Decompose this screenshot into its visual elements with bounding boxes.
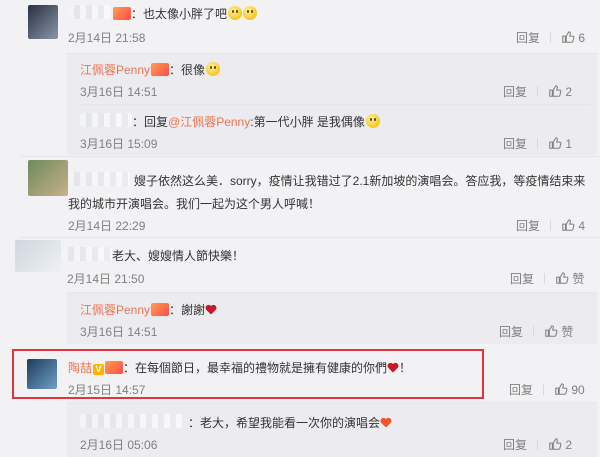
author-name-blurred[interactable] bbox=[62, 247, 112, 261]
thumbs-up-icon bbox=[549, 137, 562, 149]
reply-actions: 回复 2 bbox=[503, 83, 572, 100]
divider bbox=[20, 237, 600, 238]
avatar[interactable] bbox=[15, 240, 61, 272]
thumbs-up-icon bbox=[549, 85, 562, 97]
comment-time: 2月14日 21:58 bbox=[68, 31, 146, 45]
like-count: 90 bbox=[571, 383, 585, 397]
author-name[interactable]: 江佩蓉Penny bbox=[80, 63, 150, 77]
author-name-blurred[interactable] bbox=[68, 172, 130, 186]
avatar[interactable] bbox=[28, 160, 68, 196]
author-name[interactable]: 江佩蓉Penny bbox=[80, 303, 150, 317]
heart-icon bbox=[205, 304, 217, 315]
reply-actions: 回复 1 bbox=[503, 135, 572, 152]
reply-actions: 回复 2 bbox=[503, 436, 572, 453]
comment-actions: 回复 赞 bbox=[510, 270, 584, 287]
author-name[interactable]: 陶喆 bbox=[68, 361, 92, 375]
divider bbox=[537, 138, 539, 149]
reply-button[interactable]: 回复 bbox=[510, 270, 534, 287]
comment-actions: 回复 6 bbox=[516, 29, 585, 46]
heart-icon bbox=[387, 362, 399, 373]
comment-text-line2: 我的城市开演唱会。我们一起为这个男人呼喊！ bbox=[68, 197, 321, 211]
smile-emoji-icon bbox=[228, 6, 243, 20]
thumbs-up-icon bbox=[562, 219, 575, 231]
reply-time: 3月16日 15:09 bbox=[80, 137, 158, 151]
reply-time: 3月16日 14:51 bbox=[80, 85, 158, 99]
divider bbox=[537, 86, 539, 97]
heart-icon bbox=[380, 417, 392, 428]
author-name-blurred[interactable] bbox=[80, 113, 132, 127]
divider bbox=[543, 384, 545, 395]
thumbs-up-icon bbox=[545, 325, 558, 337]
comment-text: 嫂子依然这么美．sorry，疫情让我错过了2.1新加坡的演唱会。答应我，等疫情结… bbox=[134, 174, 586, 188]
like-button[interactable]: 1 bbox=[548, 136, 572, 151]
fans-badge-icon bbox=[105, 361, 124, 374]
divider bbox=[80, 104, 590, 105]
smile-emoji-icon bbox=[365, 114, 380, 128]
like-button[interactable]: 6 bbox=[561, 30, 585, 45]
like-count: 4 bbox=[578, 219, 586, 233]
reply-actions: 回复 赞 bbox=[499, 323, 573, 340]
like-count: 赞 bbox=[572, 272, 585, 286]
mention-link[interactable]: @江佩蓉Penny bbox=[168, 115, 250, 129]
avatar[interactable] bbox=[28, 5, 58, 39]
divider bbox=[550, 32, 552, 43]
reply-button[interactable]: 回复 bbox=[499, 323, 523, 340]
thumbs-up-icon bbox=[556, 272, 569, 284]
smile-emoji-icon bbox=[243, 6, 258, 20]
comment-time: 2月15日 14:57 bbox=[68, 383, 146, 397]
divider bbox=[533, 326, 535, 337]
reply-button[interactable]: 回复 bbox=[503, 436, 527, 453]
thumbs-up-icon bbox=[549, 438, 562, 450]
divider bbox=[67, 292, 597, 293]
like-count: 2 bbox=[565, 438, 573, 452]
reply-time: 2月16日 05:06 bbox=[80, 438, 158, 452]
reply-button[interactable]: 回复 bbox=[503, 83, 527, 100]
divider bbox=[544, 273, 546, 284]
comment-time: 2月14日 22:29 bbox=[68, 219, 146, 233]
like-button[interactable]: 赞 bbox=[555, 270, 584, 287]
reply-button[interactable]: 回复 bbox=[503, 135, 527, 152]
thumbs-up-icon bbox=[562, 31, 575, 43]
fans-badge-icon bbox=[151, 303, 170, 316]
comment-time: 2月14日 21:50 bbox=[67, 272, 145, 286]
fans-badge-icon bbox=[113, 7, 131, 20]
like-count: 2 bbox=[565, 85, 573, 99]
laugh-emoji-icon bbox=[206, 62, 221, 76]
fans-badge-icon bbox=[151, 63, 170, 76]
avatar[interactable] bbox=[27, 359, 57, 389]
like-button[interactable]: 赞 bbox=[544, 323, 573, 340]
comment-text: 老大、嫂嫂情人節快樂！ bbox=[112, 249, 245, 263]
author-name-blurred[interactable] bbox=[80, 414, 188, 428]
reply-button[interactable]: 回复 bbox=[516, 217, 540, 234]
reply-button[interactable]: 回复 bbox=[516, 29, 540, 46]
author-name-blurred[interactable] bbox=[68, 5, 110, 19]
like-count: 6 bbox=[578, 31, 586, 45]
reply-button[interactable]: 回复 bbox=[509, 381, 533, 398]
comment-text: ：也太像小胖了吧 bbox=[112, 5, 258, 22]
reply-item: ：老大，希望我能看一次你的演唱会 bbox=[188, 414, 392, 431]
reply-time: 3月16日 14:51 bbox=[80, 325, 158, 339]
divider bbox=[537, 439, 539, 450]
divider bbox=[20, 156, 600, 157]
like-button[interactable]: 2 bbox=[548, 437, 572, 452]
divider bbox=[67, 53, 597, 54]
thumbs-up-icon bbox=[555, 383, 568, 395]
like-button[interactable]: 4 bbox=[561, 218, 585, 233]
reply-item: 江佩蓉Penny ：謝謝 bbox=[80, 301, 217, 318]
reply-item: ：回复@江佩蓉Penny:第一代小胖 是我偶像 bbox=[132, 113, 380, 130]
divider bbox=[550, 220, 552, 231]
like-count: 1 bbox=[565, 137, 573, 151]
like-button[interactable]: 90 bbox=[554, 382, 585, 397]
comment-actions: 回复 90 bbox=[509, 381, 585, 398]
vip-badge-icon: V bbox=[93, 364, 105, 375]
like-count: 赞 bbox=[561, 325, 574, 339]
like-button[interactable]: 2 bbox=[548, 84, 572, 99]
comment-text: 陶喆 V ：在每個節日，最幸福的禮物就是擁有健康的你們！ bbox=[68, 361, 412, 375]
reply-item: 江佩蓉Penny ：很像 bbox=[80, 61, 221, 78]
comment-actions: 回复 4 bbox=[516, 217, 585, 234]
divider bbox=[67, 402, 597, 403]
